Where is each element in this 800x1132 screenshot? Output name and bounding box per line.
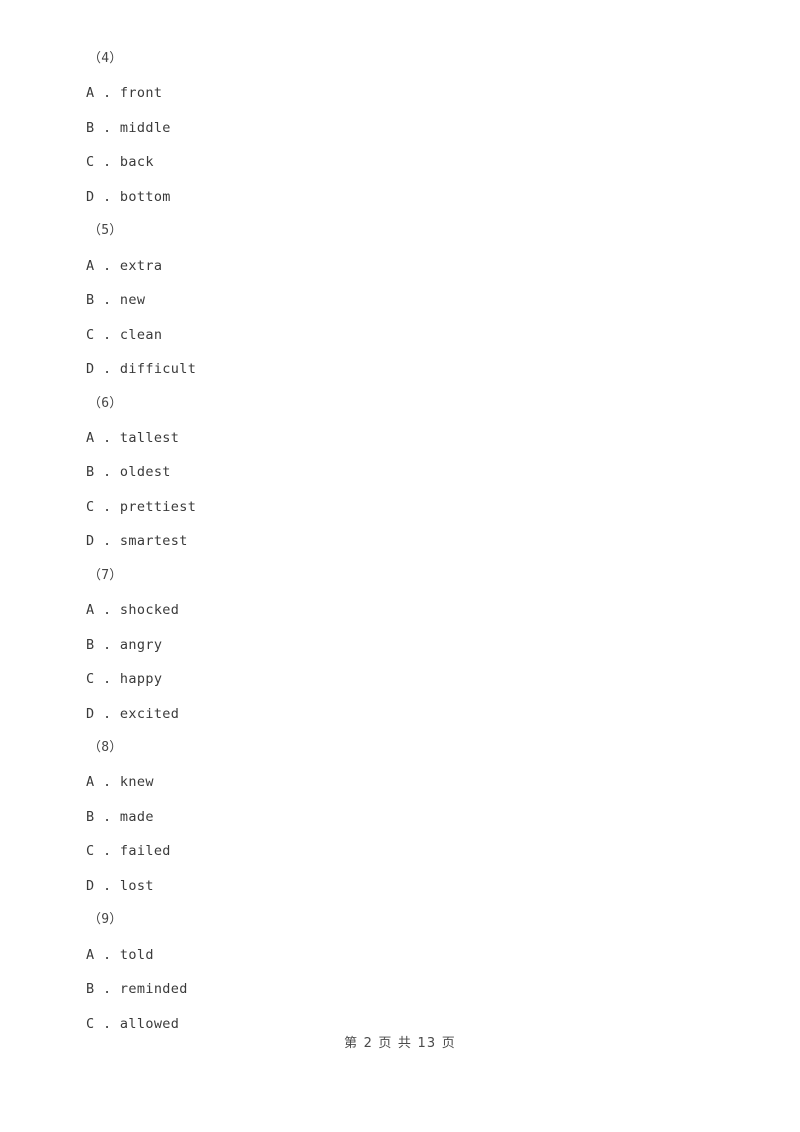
- option-text: difficult: [119, 361, 197, 378]
- option-text: tallest: [119, 429, 180, 446]
- question-option[interactable]: A . knew: [86, 775, 154, 789]
- option-text: bottom: [119, 188, 171, 205]
- option-separator: .: [94, 602, 120, 619]
- option-text: lost: [119, 877, 154, 894]
- question-option[interactable]: D . excited: [86, 707, 179, 721]
- option-separator: .: [94, 154, 120, 171]
- option-text: clean: [119, 326, 163, 343]
- option-text: new: [119, 292, 146, 309]
- option-text: allowed: [119, 1015, 180, 1032]
- question-option[interactable]: C . allowed: [86, 1017, 179, 1031]
- question-option[interactable]: D . smartest: [86, 534, 188, 548]
- question-option[interactable]: C . clean: [86, 328, 162, 342]
- option-separator: .: [94, 705, 120, 722]
- option-separator: .: [94, 85, 120, 102]
- option-text: back: [119, 154, 154, 171]
- question-option[interactable]: D . bottom: [86, 190, 171, 204]
- option-text: prettiest: [119, 498, 197, 515]
- option-separator: .: [94, 808, 120, 825]
- option-separator: .: [94, 1015, 120, 1032]
- option-text: told: [119, 946, 154, 963]
- option-separator: .: [94, 257, 120, 274]
- option-separator: .: [94, 533, 120, 550]
- option-text: extra: [119, 257, 163, 274]
- question-number: （9）: [88, 912, 123, 928]
- option-text: happy: [119, 671, 163, 688]
- option-text: shocked: [119, 602, 180, 619]
- question-option[interactable]: C . happy: [86, 672, 162, 686]
- question-option[interactable]: A . shocked: [86, 603, 179, 617]
- option-separator: .: [94, 946, 120, 963]
- option-text: knew: [119, 774, 154, 791]
- question-option[interactable]: D . difficult: [86, 362, 196, 376]
- question-option[interactable]: A . extra: [86, 259, 162, 273]
- question-option[interactable]: B . oldest: [86, 465, 171, 479]
- option-text: oldest: [119, 464, 171, 481]
- question-option[interactable]: A . front: [86, 86, 162, 100]
- question-option[interactable]: C . failed: [86, 844, 171, 858]
- option-separator: .: [94, 429, 120, 446]
- option-separator: .: [94, 877, 120, 894]
- page-footer: 第 2 页 共 13 页: [344, 1036, 456, 1051]
- option-separator: .: [94, 292, 120, 309]
- question-option[interactable]: A . told: [86, 948, 154, 962]
- question-option[interactable]: B . new: [86, 293, 145, 307]
- question-option[interactable]: C . prettiest: [86, 500, 196, 514]
- option-text: front: [119, 85, 163, 102]
- question-option[interactable]: B . middle: [86, 121, 171, 135]
- question-option[interactable]: C . back: [86, 155, 154, 169]
- option-text: smartest: [119, 533, 188, 550]
- option-text: made: [119, 808, 154, 825]
- question-number: （4）: [88, 51, 123, 66]
- option-text: failed: [119, 843, 171, 860]
- document-page: （4） A . front B . middle C . back D . bottom…: [0, 0, 800, 1132]
- question-number: （5）: [88, 223, 123, 239]
- question-option[interactable]: B . made: [86, 810, 154, 824]
- option-separator: .: [94, 119, 120, 136]
- question-option[interactable]: A . tallest: [86, 431, 179, 445]
- option-separator: .: [94, 843, 120, 860]
- option-text: middle: [119, 119, 171, 136]
- option-separator: .: [94, 774, 120, 791]
- option-separator: .: [94, 188, 120, 205]
- option-separator: .: [94, 498, 120, 515]
- option-text: excited: [119, 705, 180, 722]
- question-number: （6）: [88, 395, 123, 411]
- question-option[interactable]: B . angry: [86, 638, 162, 652]
- question-number: （7）: [88, 567, 123, 583]
- option-separator: .: [94, 636, 120, 653]
- question-number: （8）: [88, 740, 123, 755]
- option-separator: .: [94, 464, 120, 481]
- option-separator: .: [94, 361, 120, 378]
- option-text: reminded: [119, 981, 188, 998]
- option-text: angry: [119, 636, 163, 653]
- question-option[interactable]: B . reminded: [86, 982, 188, 996]
- option-separator: .: [94, 671, 120, 688]
- option-separator: .: [94, 326, 120, 343]
- question-option[interactable]: D . lost: [86, 879, 154, 893]
- option-separator: .: [94, 981, 120, 998]
